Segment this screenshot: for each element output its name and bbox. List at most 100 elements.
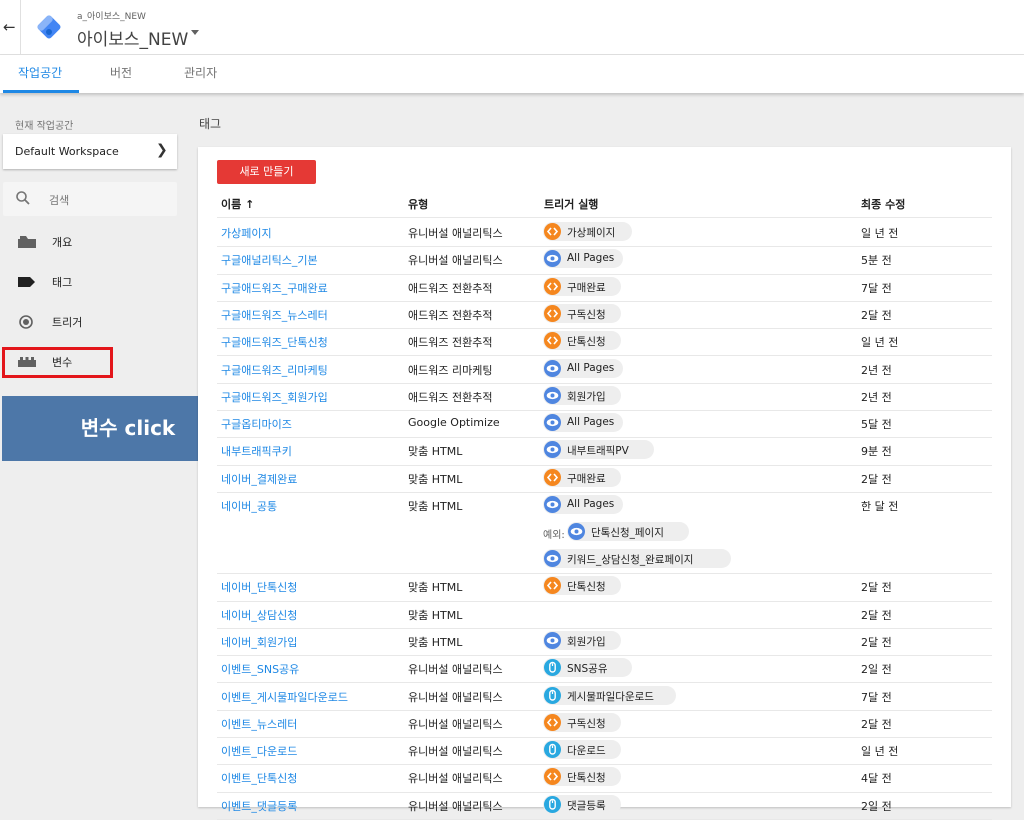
trigger-chip[interactable]: All Pages bbox=[543, 413, 623, 433]
trigger-chip[interactable]: 구독신청 bbox=[543, 712, 621, 732]
sidebar-item-label: 개요 bbox=[52, 236, 73, 249]
tag-name-link[interactable]: 네이버_단톡신청 bbox=[221, 579, 297, 595]
trigger-chip[interactable]: All Pages bbox=[543, 495, 623, 514]
tag-name-link[interactable]: 네이버_공통 bbox=[221, 498, 277, 514]
trigger-chip[interactable]: SNS공유 bbox=[543, 658, 632, 678]
tag-type: 애드워즈 리마케팅 bbox=[408, 363, 493, 377]
table-row[interactable]: 구글애드워즈_뉴스레터 애드워즈 전환추적 2달 전 구독신청 bbox=[217, 301, 992, 330]
tag-name-link[interactable]: 구글옵티마이즈 bbox=[221, 416, 292, 432]
last-modified: 일 년 전 bbox=[861, 227, 899, 240]
table-row[interactable]: 구글애드워즈_구매완료 애드워즈 전환추적 7달 전 구매완료 bbox=[217, 274, 992, 302]
tag-name-link[interactable]: 이벤트_댓글등록 bbox=[221, 798, 297, 814]
trigger-chip[interactable]: 단톡신청 bbox=[543, 331, 621, 351]
tag-name-link[interactable]: 이벤트_SNS공유 bbox=[221, 661, 299, 677]
trigger-label: 단톡신청 bbox=[567, 581, 606, 594]
trigger-chip[interactable]: 가상페이지 bbox=[543, 222, 632, 241]
tag-name-link[interactable]: 가상페이지 bbox=[221, 225, 272, 241]
tag-name-link[interactable]: 구글애드워즈_단톡신청 bbox=[221, 334, 328, 350]
tag-name-link[interactable]: 네이버_회원가입 bbox=[221, 634, 297, 650]
trigger-chip[interactable]: 구독신청 bbox=[543, 303, 621, 323]
column-header-name[interactable]: 이름 ↑ bbox=[221, 196, 254, 212]
chevron-right-icon: ❯ bbox=[156, 142, 168, 158]
pageview-trigger-icon bbox=[544, 386, 561, 404]
tab-admin[interactable]: 관리자 bbox=[184, 55, 217, 93]
new-tag-button[interactable]: 새로 만들기 bbox=[217, 160, 316, 184]
tag-name-link[interactable]: 구글애널리틱스_기본 bbox=[221, 252, 318, 268]
trigger-chip[interactable]: 다운로드 bbox=[543, 740, 621, 760]
column-header-modified[interactable]: 최종 수정 bbox=[861, 196, 905, 212]
active-tab-indicator bbox=[3, 90, 79, 93]
column-header-type[interactable]: 유형 bbox=[408, 196, 428, 212]
tags-table-card: 새로 만들기 이름 ↑ 유형 트리거 실행 최종 수정 가상페이지유니버설 애널… bbox=[198, 147, 1011, 820]
trigger-chip[interactable]: 단톡신청 bbox=[543, 767, 621, 787]
last-modified: 5달 전 bbox=[861, 418, 892, 432]
table-row[interactable]: 이벤트_SNS공유 유니버설 애널리틱스 2일 전 SNS공유 bbox=[217, 655, 992, 684]
table-row[interactable]: 이벤트_단톡신청 유니버설 애널리틱스 4달 전 단톡신청 bbox=[217, 764, 992, 793]
table-row[interactable]: 이벤트_댓글등록 유니버설 애널리틱스 2일 전 댓글등록 bbox=[217, 792, 992, 820]
tag-name-link[interactable]: 이벤트_뉴스레터 bbox=[221, 716, 297, 732]
container-name[interactable]: 아이보스_NEW bbox=[77, 25, 188, 50]
trigger-chip[interactable]: 내부트래픽PV bbox=[543, 440, 654, 460]
trigger-chip[interactable]: 키워드_상담신청_완료페이지 bbox=[543, 549, 731, 568]
trigger-chip[interactable]: 구매완료 bbox=[543, 467, 621, 487]
back-arrow-icon[interactable]: ← bbox=[3, 18, 17, 36]
pageview-trigger-icon bbox=[568, 523, 585, 540]
table-row[interactable]: 네이버_회원가입 맞춤 HTML 2달 전 회원가입 bbox=[217, 628, 992, 657]
table-row[interactable]: 내부트래픽쿠키 맞춤 HTML 9분 전 내부트래픽PV bbox=[217, 437, 992, 466]
tag-name-link[interactable]: 네이버_상담신청 bbox=[221, 607, 297, 623]
tag-name-link[interactable]: 구글애드워즈_리마케팅 bbox=[221, 362, 328, 378]
pageview-trigger-icon bbox=[544, 550, 561, 567]
table-row[interactable]: 이벤트_게시물파일다운로드 유니버설 애널리틱스 7달 전 게시물파일다운로드 bbox=[217, 683, 992, 711]
tag-type: 유니버설 애널리틱스 bbox=[408, 745, 503, 759]
custom-event-trigger-icon bbox=[544, 277, 561, 295]
table-row[interactable]: 네이버_상담신청 맞춤 HTML 2달 전 bbox=[217, 601, 992, 629]
tag-name-link[interactable]: 내부트래픽쿠키 bbox=[221, 443, 292, 459]
table-row[interactable]: 구글옵티마이즈 Google Optimize 5달 전 All Pages bbox=[217, 410, 992, 439]
trigger-chip[interactable]: 회원가입 bbox=[543, 385, 621, 405]
table-row[interactable]: 네이버_결제완료 맞춤 HTML 2달 전 구매완료 bbox=[217, 465, 992, 493]
tag-name-link[interactable]: 구글애드워즈_뉴스레터 bbox=[221, 307, 328, 323]
trigger-chip[interactable]: All Pages bbox=[543, 249, 623, 269]
tag-name-link[interactable]: 네이버_결제완료 bbox=[221, 471, 297, 487]
sidebar-item-overview[interactable]: 개요 bbox=[3, 226, 177, 258]
last-modified: 2년 전 bbox=[861, 363, 892, 377]
trigger-chip[interactable]: 게시물파일다운로드 bbox=[543, 685, 676, 705]
tag-name-link[interactable]: 구글애드워즈_회원가입 bbox=[221, 389, 328, 405]
column-header-triggers[interactable]: 트리거 실행 bbox=[544, 196, 598, 212]
tag-type: 유니버설 애널리틱스 bbox=[408, 772, 503, 786]
table-row[interactable]: 네이버_공통 맞춤 HTML 한 달 전 All Pages 예외: 단톡신청_페이지 키워… bbox=[217, 492, 992, 575]
last-modified: 2달 전 bbox=[861, 608, 892, 622]
sidebar-item-tags[interactable]: 태그 bbox=[3, 266, 177, 298]
workspace-selector[interactable]: Default Workspace ❯ bbox=[3, 134, 177, 169]
trigger-chip[interactable]: 단톡신청_페이지 bbox=[567, 522, 689, 541]
trigger-label: 단톡신청_페이지 bbox=[591, 527, 664, 539]
trigger-chip[interactable]: 구매완료 bbox=[543, 276, 621, 296]
table-row[interactable]: 구글애널리틱스_기본 유니버설 애널리틱스 5분 전 All Pages bbox=[217, 246, 992, 275]
trigger-chip[interactable]: All Pages bbox=[543, 358, 623, 378]
table-row[interactable]: 구글애드워즈_리마케팅 애드워즈 리마케팅 2년 전 All Pages bbox=[217, 356, 992, 384]
table-row[interactable]: 이벤트_뉴스레터 유니버설 애널리틱스 2달 전 구독신청 bbox=[217, 710, 992, 739]
last-modified: 일 년 전 bbox=[861, 745, 899, 759]
tag-name-link[interactable]: 이벤트_단톡신청 bbox=[221, 770, 297, 786]
tag-name-link[interactable]: 이벤트_게시물파일다운로드 bbox=[221, 689, 348, 705]
last-modified: 5분 전 bbox=[861, 254, 892, 268]
table-row[interactable]: 이벤트_다운로드 유니버설 애널리틱스 일 년 전 다운로드 bbox=[217, 737, 992, 766]
table-row[interactable]: 구글애드워즈_회원가입 애드워즈 전환추적 2년 전 회원가입 bbox=[217, 383, 992, 412]
table-row[interactable]: 가상페이지 유니버설 애널리틱스 일 년 전 가상페이지 bbox=[217, 219, 992, 248]
tab-workspace[interactable]: 작업공간 bbox=[18, 55, 62, 93]
last-modified: 2달 전 bbox=[861, 717, 892, 731]
search-label: 검색 bbox=[49, 194, 70, 207]
tag-name-link[interactable]: 구글애드워즈_구매완료 bbox=[221, 280, 328, 296]
table-row[interactable]: 구글애드워즈_단톡신청 애드워즈 전환추적 일 년 전 단톡신청 bbox=[217, 328, 992, 357]
last-modified: 2달 전 bbox=[861, 472, 892, 486]
sidebar-search[interactable]: 검색 bbox=[3, 182, 177, 216]
trigger-chip[interactable]: 회원가입 bbox=[543, 630, 621, 650]
sidebar-item-triggers[interactable]: 트리거 bbox=[3, 306, 177, 338]
tag-name-link[interactable]: 이벤트_다운로드 bbox=[221, 743, 297, 759]
trigger-label: 구독신청 bbox=[567, 717, 606, 730]
container-dropdown-icon[interactable] bbox=[191, 30, 199, 35]
tab-versions[interactable]: 버전 bbox=[110, 55, 132, 93]
table-row[interactable]: 네이버_단톡신청 맞춤 HTML 2달 전 단톡신청 bbox=[217, 573, 992, 602]
trigger-chip[interactable]: 단톡신청 bbox=[543, 576, 621, 596]
highlight-box bbox=[2, 347, 113, 378]
